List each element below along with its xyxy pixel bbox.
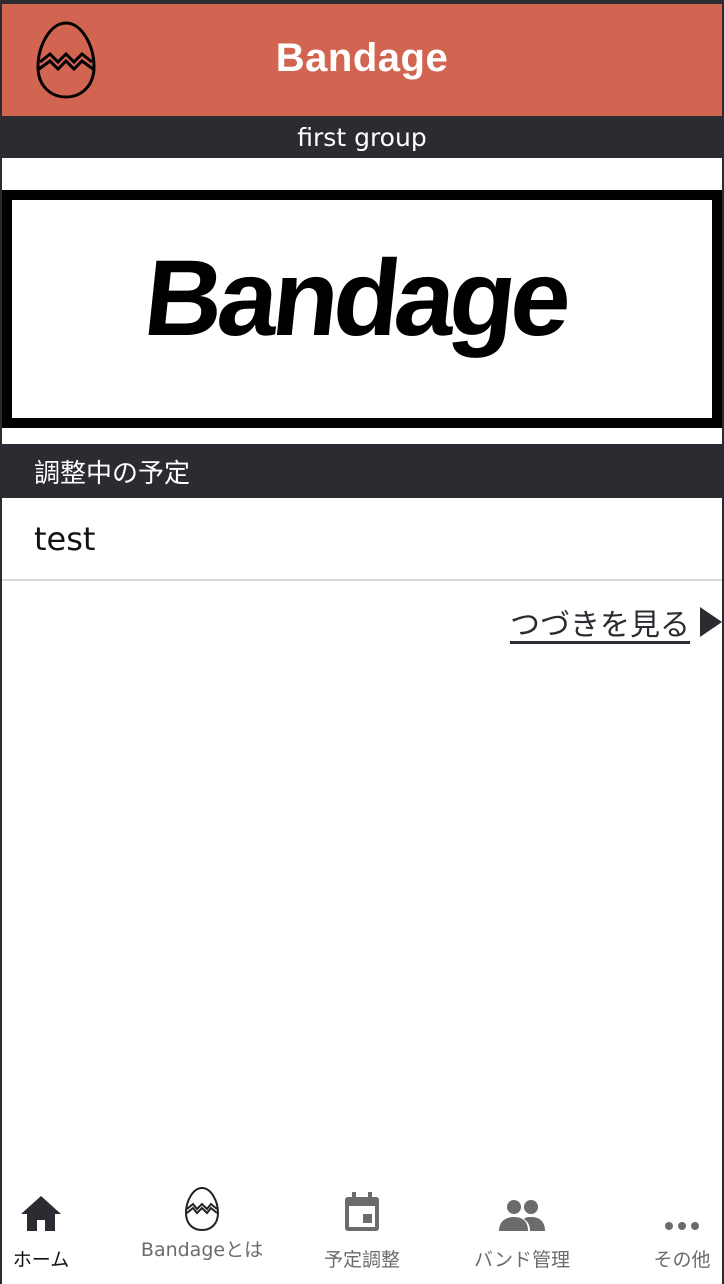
section-header: 調整中の予定 <box>0 444 724 498</box>
tab-band-management[interactable]: バンド管理 <box>457 1180 587 1284</box>
bandage-logo-image: Bandage <box>142 239 574 358</box>
see-more-label: つづきを見る <box>510 608 690 643</box>
group-name-bar: first group <box>0 116 724 158</box>
tab-about[interactable]: Bandageとは <box>137 1180 267 1284</box>
banner-inner: Bandage <box>12 200 712 418</box>
tab-schedule[interactable]: 予定調整 <box>297 1180 427 1284</box>
calendar-icon <box>343 1184 381 1232</box>
tab-home-label: ホーム <box>12 1249 70 1271</box>
tab-other[interactable]: その他 <box>617 1180 724 1284</box>
schedule-list-item[interactable]: test <box>0 499 724 581</box>
egg-icon <box>183 1184 221 1232</box>
app-title: Bandage <box>275 35 449 80</box>
tab-other-label: その他 <box>653 1249 711 1271</box>
group-name: first group <box>297 122 427 152</box>
bandage-banner: Bandage <box>2 190 722 428</box>
tab-schedule-label: 予定調整 <box>323 1249 400 1271</box>
home-icon <box>20 1184 62 1232</box>
schedule-item-label: test <box>34 520 96 558</box>
more-icon <box>664 1184 700 1232</box>
see-more-link[interactable]: つづきを見る <box>510 600 724 644</box>
tab-about-label: Bandageとは <box>140 1239 264 1261</box>
tab-band-management-label: バンド管理 <box>474 1249 570 1271</box>
egg-icon[interactable] <box>34 20 98 100</box>
play-arrow-icon <box>700 607 722 637</box>
bottom-tab-bar: ホーム Bandageとは 予定調整 バンド管理 その他 <box>0 1180 724 1284</box>
tab-home[interactable]: ホーム <box>0 1180 106 1284</box>
people-icon <box>498 1184 546 1232</box>
section-title: 調整中の予定 <box>34 458 191 489</box>
bandage-logo-text: Bandage <box>142 239 574 358</box>
app-header: Bandage <box>0 0 724 116</box>
